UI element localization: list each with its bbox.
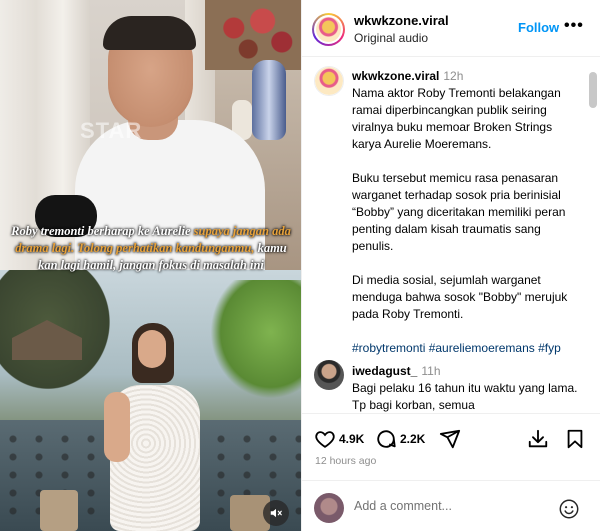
caption-paragraph: Buku tersebut memicu rasa penasaran warg… (352, 171, 566, 253)
heart-icon (315, 431, 335, 448)
man-hair (103, 16, 196, 50)
follow-button[interactable]: Follow (518, 20, 559, 35)
download-icon (528, 429, 548, 448)
download-button[interactable] (527, 428, 549, 450)
video-watermark: STAR (80, 118, 143, 143)
palm-tree (200, 280, 301, 410)
woman-face (138, 330, 166, 368)
post-header: wkwkzone.viral Original audio Follow ••• (302, 0, 600, 57)
add-comment-bar (302, 480, 600, 531)
audio-label[interactable]: Original audio (354, 31, 428, 45)
post-caption: wkwkzone.viral 12h Nama aktor Roby Tremon… (352, 68, 580, 357)
author-username[interactable]: wkwkzone.viral (354, 13, 449, 28)
bookmark-icon (567, 429, 583, 449)
share-icon (439, 429, 461, 449)
commenter-username[interactable]: iwedagust_ (352, 364, 417, 378)
comment-timestamp: 11h (421, 364, 441, 378)
caption-paragraph: Nama aktor Roby Tremonti belakangan rama… (352, 86, 561, 151)
like-count: 4.9K (339, 432, 365, 446)
video-caption: Roby tremonti berharap ke Aurelie supaya… (8, 223, 294, 274)
caption-timestamp: 12h (443, 69, 464, 83)
comment-text: Bagi pelaku 16 tahun itu waktu yang lama… (352, 381, 578, 412)
more-options-icon[interactable]: ••• (564, 17, 584, 35)
current-user-avatar (314, 493, 344, 523)
save-button[interactable] (564, 428, 586, 450)
vase-decoration (252, 60, 286, 140)
scrollbar[interactable] (589, 72, 597, 108)
post-timestamp[interactable]: 12 hours ago (315, 455, 376, 467)
mute-button[interactable] (263, 500, 289, 526)
post-panel: wkwkzone.viral Original audio Follow •••… (301, 0, 600, 531)
speaker-muted-icon (270, 508, 282, 518)
comment-count: 2.2K (400, 432, 426, 446)
reel-video[interactable]: STAR Roby tremonti berharap ke Aurelie s… (0, 0, 301, 531)
caption-author-username[interactable]: wkwkzone.viral (352, 69, 439, 83)
emoji-button[interactable] (558, 498, 580, 525)
caption-hashtags[interactable]: #robytremonti #aureliemoeremans #fyp (352, 340, 580, 357)
caption-author-avatar[interactable] (314, 66, 344, 96)
caption-part-1: Roby tremonti berharap ke Aurelie (11, 224, 194, 238)
comment-button[interactable]: 2.2K (375, 428, 425, 450)
comment-icon (377, 430, 396, 448)
caption-paragraph: Di media sosial, sejumlah warganet mendu… (352, 273, 568, 321)
like-button[interactable]: 4.9K (314, 428, 364, 450)
comment-input[interactable] (354, 499, 554, 513)
comment-item: iwedagust_ 11h Bagi pelaku 16 tahun itu w… (352, 363, 580, 414)
woman-arm (104, 392, 130, 462)
flower-decoration (205, 0, 301, 70)
author-avatar[interactable] (312, 13, 345, 46)
commenter-avatar[interactable] (314, 360, 344, 390)
share-button[interactable] (439, 428, 461, 450)
tree-stump-left (40, 490, 78, 531)
emoji-icon (559, 499, 579, 519)
